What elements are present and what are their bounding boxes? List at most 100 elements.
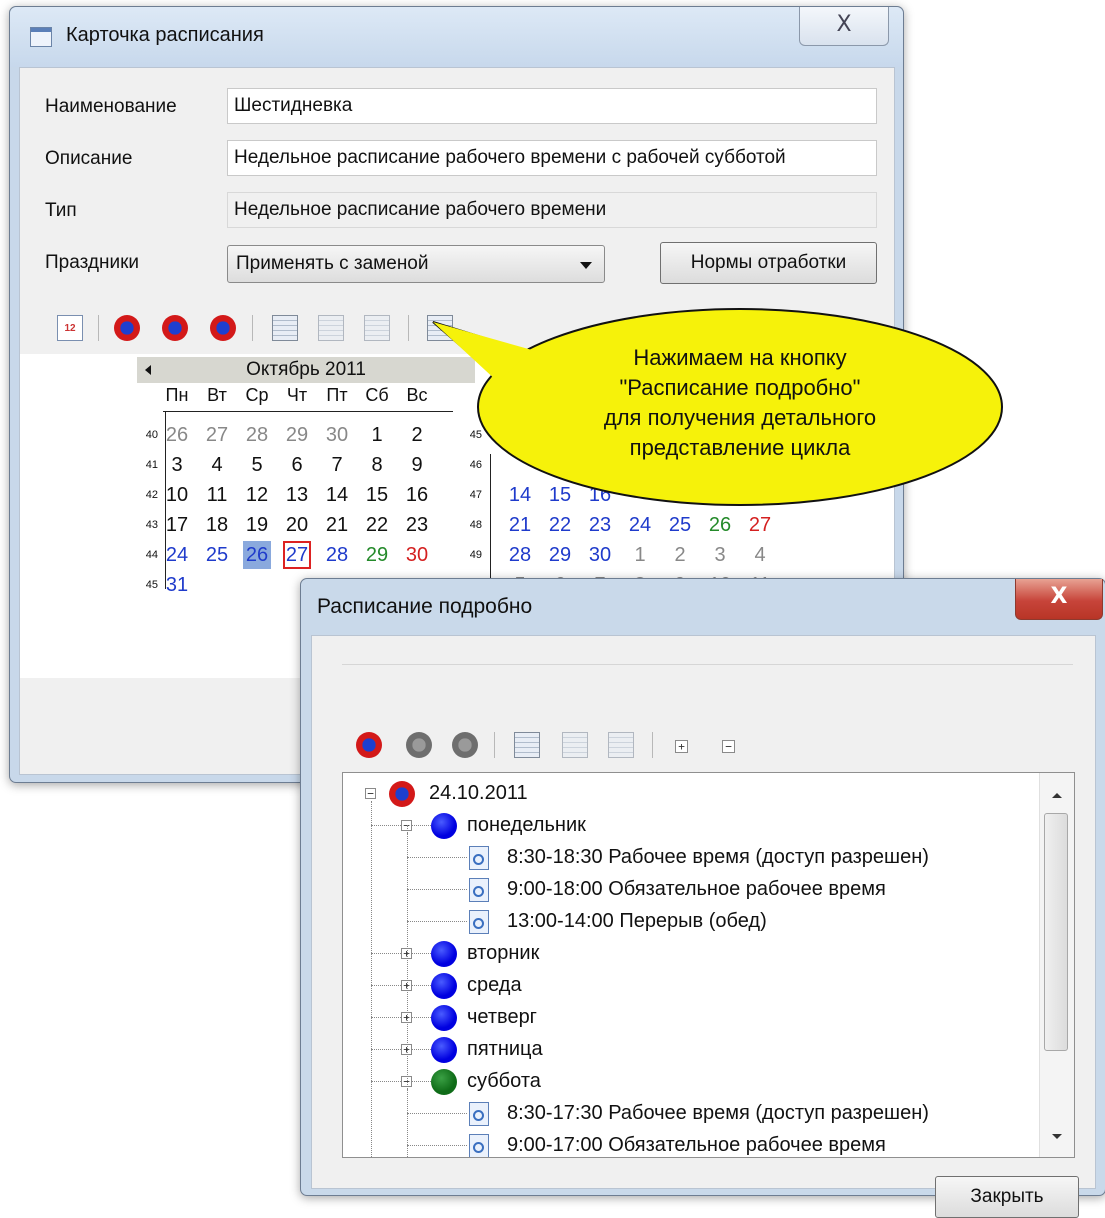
calendar-day[interactable]: 13	[283, 481, 311, 509]
calendar-day[interactable]: 4	[203, 451, 231, 479]
calendar-day[interactable]: 3	[706, 541, 734, 569]
tree-day-node[interactable]: понедельник	[467, 814, 586, 837]
chevron-left-icon[interactable]	[145, 365, 151, 375]
calendar-day[interactable]: 2	[403, 421, 431, 449]
schedule-tree[interactable]: −24.10.2011− понедельник 8:30-18:30 Рабоче…	[342, 772, 1075, 1158]
day-status-icon	[431, 813, 457, 839]
calendar-day[interactable]: 23	[403, 511, 431, 539]
calendar-day[interactable]: 27	[746, 511, 774, 539]
calendar-day[interactable]: 26	[706, 511, 734, 539]
calendar-day[interactable]: 24	[626, 511, 654, 539]
calendar-day[interactable]: 4	[746, 541, 774, 569]
calendar-day[interactable]: 27	[283, 541, 311, 569]
calendar-day[interactable]: 12	[243, 481, 271, 509]
calendar-day[interactable]: 29	[283, 421, 311, 449]
calendar-day[interactable]: 30	[586, 541, 614, 569]
calendar-day[interactable]: 20	[283, 511, 311, 539]
calendar-day[interactable]: 14	[323, 481, 351, 509]
calendar-day[interactable]: 16	[586, 481, 614, 509]
calendar-day[interactable]: 30	[323, 421, 351, 449]
refresh-blue-icon[interactable]	[210, 315, 236, 341]
expand-all-icon[interactable]: +	[675, 740, 688, 753]
tree-day-node[interactable]: четверг	[467, 1006, 537, 1029]
collapse-toggle-icon[interactable]: −	[365, 788, 376, 799]
calendar-day[interactable]: 7	[323, 451, 351, 479]
scroll-up-icon[interactable]	[1052, 793, 1062, 798]
calendar-day[interactable]: 1	[363, 421, 391, 449]
calendar-day[interactable]: 28	[506, 541, 534, 569]
week-number: 40	[145, 429, 158, 441]
tree-day-node[interactable]: среда	[467, 974, 522, 997]
vertical-scrollbar[interactable]	[1039, 773, 1074, 1157]
calendar-day[interactable]: 26	[163, 421, 191, 449]
calendar-day[interactable]: 22	[363, 511, 391, 539]
calendar-day[interactable]: 28	[323, 541, 351, 569]
close-dialog-button[interactable]: Закрыть	[935, 1176, 1079, 1218]
calendar-day[interactable]: 24	[163, 541, 191, 569]
calendar-day[interactable]: 6	[283, 451, 311, 479]
calendar-month-title: Октябрь 2011	[246, 359, 366, 380]
calendar-day[interactable]: 5	[243, 451, 271, 479]
calendar-day[interactable]: 1	[626, 541, 654, 569]
calendar-day[interactable]: 22	[546, 511, 574, 539]
week-number: 45	[145, 579, 158, 591]
calendar-day[interactable]: 9	[403, 451, 431, 479]
tree-interval-item[interactable]: 8:30-17:30 Рабочее время (доступ разреше…	[507, 1102, 929, 1125]
tree-interval-item[interactable]: 13:00-14:00 Перерыв (обед)	[507, 910, 767, 933]
calendar-day[interactable]: 31	[163, 571, 191, 599]
calendar-day[interactable]: 2	[666, 541, 694, 569]
grid-check-icon[interactable]	[562, 732, 588, 758]
refresh-grey2-icon[interactable]	[452, 732, 478, 758]
calendar-day[interactable]: 25	[203, 541, 231, 569]
calendar-day[interactable]: 27	[203, 421, 231, 449]
calendar-day[interactable]: 11	[203, 481, 231, 509]
grid-edit-icon[interactable]	[272, 315, 298, 341]
calendar-day[interactable]: 23	[586, 511, 614, 539]
name-field[interactable]: Шестидневка	[227, 88, 877, 124]
grid-check-icon[interactable]	[318, 315, 344, 341]
grid-edit-icon[interactable]	[514, 732, 540, 758]
calendar-day[interactable]: 26	[243, 541, 271, 569]
refresh-red-icon[interactable]	[114, 315, 140, 341]
schedule-detail-icon[interactable]	[427, 315, 453, 341]
close-button[interactable]: X	[1015, 579, 1103, 620]
tree-day-node[interactable]: пятница	[467, 1038, 543, 1061]
scrollbar-thumb[interactable]	[1044, 813, 1068, 1051]
grid-icon[interactable]	[608, 732, 634, 758]
calendar-day[interactable]: 25	[666, 511, 694, 539]
refresh-check-icon[interactable]	[162, 315, 188, 341]
calendar-day[interactable]: 10	[163, 481, 191, 509]
refresh-red-icon[interactable]	[356, 732, 382, 758]
refresh-grey-icon[interactable]	[406, 732, 432, 758]
calendar-day[interactable]: 18	[203, 511, 231, 539]
calendar-day[interactable]: 8	[363, 451, 391, 479]
holidays-select[interactable]: Применять с заменой	[227, 245, 605, 283]
week-number: 48	[469, 519, 482, 531]
calendar-day[interactable]: 29	[363, 541, 391, 569]
calendar-day[interactable]: 15	[363, 481, 391, 509]
calendar-day[interactable]: 21	[506, 511, 534, 539]
tree-day-node[interactable]: суббота	[467, 1070, 541, 1093]
collapse-all-icon[interactable]: −	[722, 740, 735, 753]
tree-interval-item[interactable]: 9:00-18:00 Обязательное рабочее время	[507, 878, 886, 901]
scroll-down-icon[interactable]	[1052, 1134, 1062, 1139]
calendar-day[interactable]: 21	[323, 511, 351, 539]
calendar-day[interactable]: 30	[403, 541, 431, 569]
calendar-day[interactable]: 14	[506, 481, 534, 509]
norms-button[interactable]: Нормы отработки	[660, 242, 877, 284]
calendar-day[interactable]: 19	[243, 511, 271, 539]
description-field[interactable]: Недельное расписание рабочего времени с …	[227, 140, 877, 176]
calendar-day[interactable]: 28	[243, 421, 271, 449]
calendar-day[interactable]: 29	[546, 541, 574, 569]
tree-day-node[interactable]: вторник	[467, 942, 539, 965]
close-button[interactable]: X	[799, 7, 889, 46]
calendar-day[interactable]: 3	[163, 451, 191, 479]
calendar-day[interactable]: 16	[403, 481, 431, 509]
grid-icon[interactable]	[364, 315, 390, 341]
calendar-12-icon[interactable]: 12	[57, 315, 83, 341]
calendar-day[interactable]: 17	[163, 511, 191, 539]
calendar-day[interactable]: 15	[546, 481, 574, 509]
tree-root-date[interactable]: 24.10.2011	[429, 782, 528, 805]
tree-interval-item[interactable]: 9:00-17:00 Обязательное рабочее время	[507, 1134, 886, 1157]
tree-interval-item[interactable]: 8:30-18:30 Рабочее время (доступ разреше…	[507, 846, 929, 869]
